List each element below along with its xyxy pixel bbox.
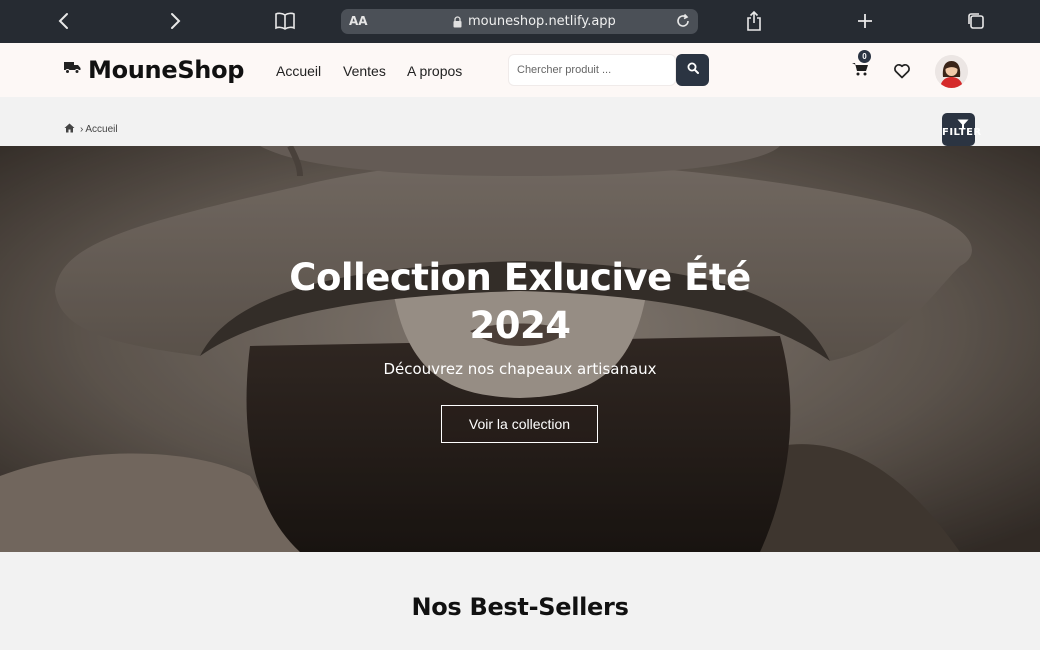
cart-button[interactable] [851, 61, 873, 81]
view-collection-button[interactable]: Voir la collection [441, 405, 598, 443]
home-icon[interactable] [64, 123, 75, 136]
bookmarks-icon[interactable] [272, 8, 298, 34]
cart-icon [851, 63, 869, 81]
best-sellers-title: Nos Best-Sellers [411, 593, 629, 621]
hero-title-line1: Collection Exlucive Été [289, 256, 751, 299]
hero-title: Collection Exlucive Été 2024 [260, 254, 780, 350]
breadcrumb-item-accueil[interactable]: Accueil [85, 124, 117, 135]
hero-title-line2: 2024 [469, 304, 571, 347]
reload-icon[interactable] [674, 12, 692, 35]
search-box [508, 54, 676, 86]
filter-button[interactable]: FILTER [942, 113, 981, 146]
nav-link-accueil[interactable]: Accueil [276, 63, 321, 79]
browser-toolbar: AA mouneshop.netlify.app [0, 0, 1040, 43]
heart-icon [893, 64, 911, 83]
delivery-truck-icon [64, 61, 81, 79]
address-bar[interactable]: AA mouneshop.netlify.app [341, 9, 698, 34]
breadcrumb: › Accueil [64, 123, 118, 136]
lock-icon [453, 15, 462, 33]
share-icon[interactable] [741, 8, 767, 34]
text-size-button[interactable]: AA [349, 14, 368, 28]
search-icon [687, 61, 699, 79]
back-icon[interactable] [51, 8, 77, 34]
url-text: mouneshop.netlify.app [468, 14, 616, 29]
hero-subtitle: Découvrez nos chapeaux artisanaux [383, 360, 657, 378]
new-tab-icon[interactable] [852, 8, 878, 34]
tabs-icon[interactable] [963, 8, 989, 34]
nav-link-ventes[interactable]: Ventes [343, 63, 386, 79]
search-button[interactable] [676, 54, 709, 86]
hero-banner: Collection Exlucive Été 2024 Découvrez n… [0, 146, 1040, 552]
nav-link-a-propos[interactable]: A propos [407, 63, 462, 79]
logo[interactable]: MouneShop [64, 56, 244, 84]
chevron-right-icon: › [80, 124, 84, 135]
filter-label: FILTER [942, 127, 982, 138]
forward-icon[interactable] [162, 8, 188, 34]
logo-text: MouneShop [88, 56, 245, 84]
avatar[interactable] [935, 55, 968, 88]
site-header: MouneShop Accueil Ventes A propos [0, 43, 1040, 97]
search-input[interactable] [509, 55, 669, 85]
cart-count-badge: 0 [858, 50, 871, 63]
wishlist-button[interactable] [893, 63, 911, 84]
